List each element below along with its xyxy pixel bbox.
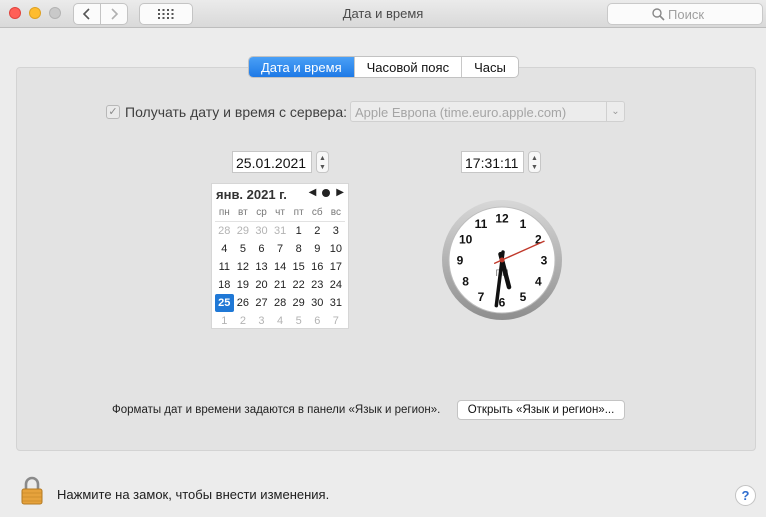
calendar-day[interactable]: 4 — [271, 312, 290, 330]
calendar-day[interactable]: 11 — [215, 258, 234, 276]
formats-description: Форматы дат и времени задаются в панели … — [112, 404, 441, 416]
calendar-day[interactable]: 19 — [234, 276, 253, 294]
calendar-weekday: ср — [252, 204, 271, 222]
calendar-day[interactable]: 27 — [252, 294, 271, 312]
calendar-nav: ◀ ▶ — [309, 187, 344, 198]
calendar-weekday: вс — [326, 204, 346, 222]
calendar-weekday: чт — [270, 204, 290, 222]
search-icon — [652, 8, 665, 21]
calendar-weekday: пт — [289, 204, 308, 222]
content-panel — [16, 67, 756, 451]
today-icon[interactable] — [322, 188, 331, 197]
tab-date-time[interactable]: Дата и время — [249, 57, 354, 77]
clock-number: 3 — [541, 254, 548, 268]
calendar-day[interactable]: 21 — [271, 276, 290, 294]
calendar-weekday: пн — [215, 204, 234, 222]
clock-number: 11 — [475, 217, 488, 231]
calendar-day[interactable]: 1 — [215, 312, 234, 330]
clock-face: 121234567891011ПП — [442, 200, 562, 320]
calendar-day[interactable]: 5 — [289, 312, 308, 330]
lock-icon[interactable] — [20, 476, 44, 506]
clock-number: 8 — [462, 275, 469, 289]
clock-number: 12 — [495, 212, 509, 226]
calendar-day[interactable]: 7 — [271, 240, 290, 258]
previous-month-icon[interactable]: ◀ — [309, 187, 317, 198]
calendar-day[interactable]: 1 — [289, 222, 308, 240]
clock-number: 7 — [478, 290, 485, 304]
calendar-day[interactable]: 31 — [327, 294, 346, 312]
calendar-day[interactable]: 20 — [252, 276, 271, 294]
clock-number: 6 — [499, 296, 506, 310]
date-stepper[interactable]: ▲ ▼ — [316, 151, 329, 173]
calendar-month-label: янв. 2021 г. — [216, 187, 287, 202]
chevron-down-icon: ⌄ — [606, 102, 624, 121]
calendar-day[interactable]: 16 — [308, 258, 327, 276]
calendar-day[interactable]: 5 — [234, 240, 253, 258]
calendar-day[interactable]: 6 — [252, 240, 271, 258]
calendar-day[interactable]: 28 — [271, 294, 290, 312]
calendar-day[interactable]: 30 — [308, 294, 327, 312]
lock-message: Нажмите на замок, чтобы внести изменения… — [57, 487, 330, 502]
calendar-day[interactable]: 2 — [234, 312, 253, 330]
calendar-day[interactable]: 29 — [289, 294, 308, 312]
calendar-day[interactable]: 12 — [234, 258, 253, 276]
calendar-day[interactable]: 22 — [289, 276, 308, 294]
open-language-region-button[interactable]: Открыть «Язык и регион»... — [457, 400, 625, 420]
help-button[interactable]: ? — [735, 485, 756, 506]
tab-bar: Дата и время Часовой пояс Часы — [248, 56, 519, 78]
calendar-day[interactable]: 10 — [327, 240, 346, 258]
time-server-value: Apple Европа (time.euro.apple.com) — [355, 105, 567, 120]
calendar-weekday: сб — [307, 204, 327, 222]
search-field[interactable]: Поиск — [607, 3, 763, 25]
calendar-day[interactable]: 4 — [215, 240, 234, 258]
calendar-grid: пн вт ср чт пт сб вс 28 29 30 31 1 2 3 4 5 6 7 8 9 10 11 12 13 1… — [215, 204, 347, 330]
date-input[interactable]: 25.01.2021 — [232, 151, 312, 173]
search-placeholder: Поиск — [668, 6, 705, 22]
clock-number: 1 — [520, 217, 527, 231]
calendar-day[interactable]: 31 — [271, 222, 290, 240]
next-month-icon[interactable]: ▶ — [336, 187, 344, 198]
server-sync-row: ✓ Получать дату и время с сервера: — [106, 104, 347, 120]
calendar-day[interactable]: 28 — [215, 222, 234, 240]
time-stepper[interactable]: ▲ ▼ — [528, 151, 541, 173]
calendar-day[interactable]: 14 — [271, 258, 290, 276]
time-input[interactable]: 17:31:11 — [461, 151, 524, 173]
calendar-day[interactable]: 8 — [289, 240, 308, 258]
calendar-day[interactable]: 6 — [308, 312, 327, 330]
calendar-day[interactable]: 2 — [308, 222, 327, 240]
calendar-day[interactable]: 18 — [215, 276, 234, 294]
server-sync-label: Получать дату и время с сервера: — [125, 104, 347, 120]
calendar: янв. 2021 г. ◀ ▶ пн вт ср чт пт сб вс 28 29 30 31 1… — [211, 183, 349, 329]
server-sync-checkbox[interactable]: ✓ — [106, 105, 120, 119]
clock-center — [499, 257, 505, 263]
calendar-weekday: вт — [233, 204, 253, 222]
calendar-day[interactable]: 24 — [327, 276, 346, 294]
calendar-day[interactable]: 3 — [252, 312, 271, 330]
title-bar: Дата и время Поиск — [0, 0, 766, 28]
calendar-day[interactable]: 17 — [327, 258, 346, 276]
time-server-select[interactable]: Apple Европа (time.euro.apple.com) ⌄ — [350, 101, 625, 122]
calendar-day[interactable]: 25 — [215, 294, 234, 312]
clock-number: 9 — [457, 254, 464, 268]
calendar-day[interactable]: 29 — [234, 222, 253, 240]
calendar-day[interactable]: 30 — [252, 222, 271, 240]
calendar-day[interactable]: 9 — [308, 240, 327, 258]
tab-time-zone[interactable]: Часовой пояс — [353, 57, 461, 77]
calendar-day[interactable]: 15 — [289, 258, 308, 276]
calendar-day[interactable]: 3 — [327, 222, 346, 240]
clock-number: 10 — [459, 233, 473, 247]
calendar-day[interactable]: 13 — [252, 258, 271, 276]
calendar-day[interactable]: 23 — [308, 276, 327, 294]
analog-clock: 121234567891011ПП — [441, 199, 563, 321]
calendar-day[interactable]: 7 — [327, 312, 346, 330]
clock-number: 5 — [520, 290, 527, 304]
clock-number: 4 — [535, 275, 542, 289]
tab-clock[interactable]: Часы — [461, 57, 518, 77]
calendar-day[interactable]: 26 — [234, 294, 253, 312]
